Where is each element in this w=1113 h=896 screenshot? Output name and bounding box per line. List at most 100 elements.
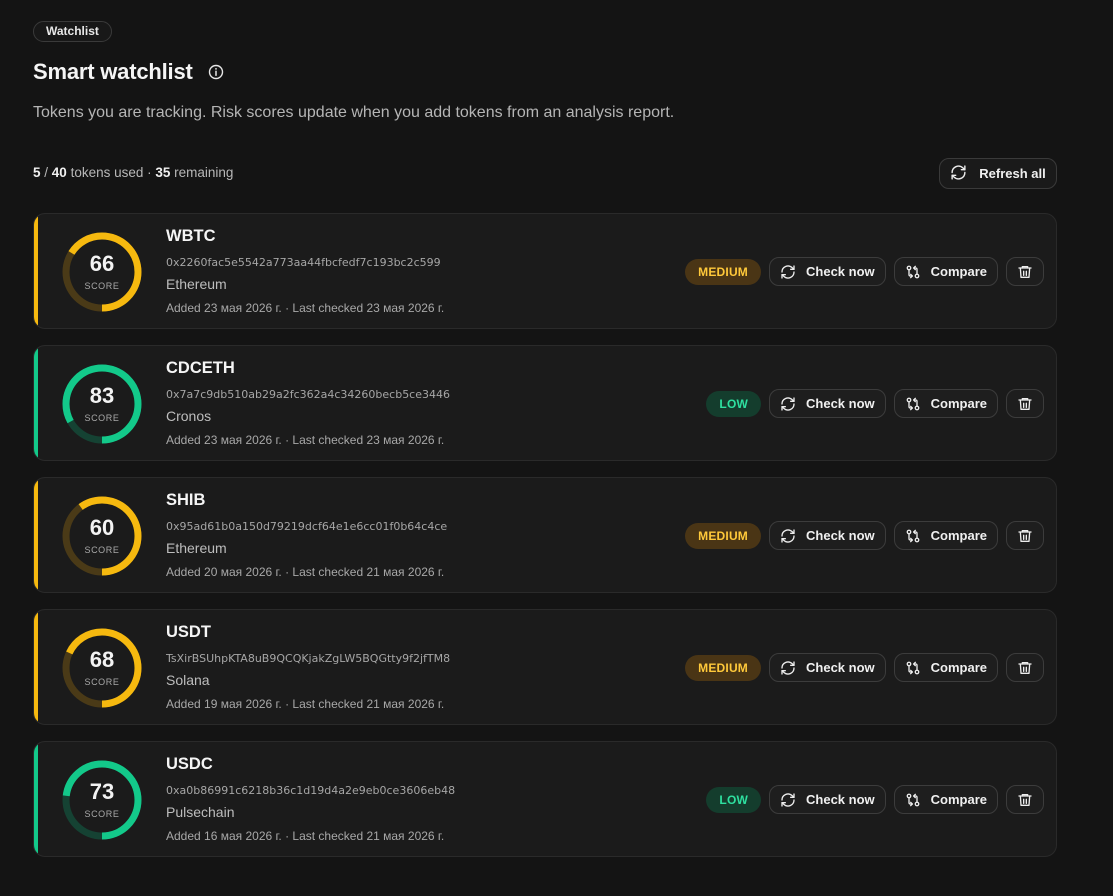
token-card: 60 SCORE SHIB 0x95ad61b0a150d79219dcf64e… (33, 477, 1057, 593)
compare-button[interactable]: Compare (893, 653, 998, 682)
risk-accent-bar (34, 346, 38, 460)
token-actions: MEDIUM Check now Compare (685, 521, 1044, 550)
delete-button[interactable] (1006, 785, 1044, 814)
risk-badge: LOW (706, 786, 762, 813)
token-card: 66 SCORE WBTC 0x2260fac5e5542a773aa44fbc… (33, 213, 1057, 329)
check-now-label: Check now (806, 660, 875, 675)
score-value: 83 (89, 383, 115, 408)
compare-icon (905, 396, 921, 412)
refresh-all-label: Refresh all (979, 166, 1046, 181)
risk-accent-bar (34, 610, 38, 724)
compare-icon (905, 528, 921, 544)
check-now-label: Check now (806, 264, 875, 279)
breadcrumb-watchlist[interactable]: Watchlist (33, 21, 112, 42)
check-now-label: Check now (806, 792, 875, 807)
token-symbol: SHIB (166, 491, 206, 509)
token-card: 68 SCORE USDT TsXirBSUhpKTA8uB9QCQKjakZg… (33, 609, 1057, 725)
check-now-label: Check now (806, 396, 875, 411)
compare-button[interactable]: Compare (893, 521, 998, 550)
token-symbol: CDCETH (166, 359, 235, 377)
refresh-icon (950, 164, 967, 184)
refresh-icon (780, 792, 796, 808)
token-chain: Cronos (166, 408, 212, 424)
token-actions: MEDIUM Check now Compare (685, 653, 1044, 682)
refresh-icon (780, 660, 796, 676)
refresh-icon (780, 264, 796, 280)
usage-separator: / (40, 165, 52, 180)
token-dates: Added 23 мая 2026 г. · Last checked 23 м… (166, 433, 445, 447)
token-card: 83 SCORE CDCETH 0x7a7c9db510ab29a2fc362a… (33, 345, 1057, 461)
trash-icon (1017, 792, 1033, 808)
score-gauge: 68 SCORE (61, 627, 143, 709)
score-gauge: 73 SCORE (61, 759, 143, 841)
score-value: 73 (89, 779, 115, 804)
title-row: Smart watchlist (33, 59, 224, 85)
token-address: TsXirBSUhpKTA8uB9QCQKjakZgLW5BQGtty9f2jf… (166, 652, 451, 665)
usage-remaining-text: remaining (170, 165, 234, 180)
token-chain: Ethereum (166, 540, 227, 556)
compare-icon (905, 660, 921, 676)
compare-label: Compare (930, 264, 987, 279)
score-gauge: 66 SCORE (61, 231, 143, 313)
trash-icon (1017, 660, 1033, 676)
delete-button[interactable] (1006, 653, 1044, 682)
risk-accent-bar (34, 214, 38, 328)
score-label: SCORE (84, 809, 120, 819)
token-actions: MEDIUM Check now Compare (685, 257, 1044, 286)
compare-label: Compare (930, 792, 987, 807)
score-value: 60 (89, 515, 115, 540)
page-subtitle: Tokens you are tracking. Risk scores upd… (33, 104, 675, 121)
score-value: 68 (89, 647, 115, 672)
watchlist-page: Watchlist Smart watchlist Tokens you are… (0, 0, 1113, 896)
refresh-all-button[interactable]: Refresh all (939, 158, 1057, 189)
trash-icon (1017, 264, 1033, 280)
risk-accent-bar (34, 478, 38, 592)
info-icon[interactable] (208, 64, 224, 80)
risk-badge: MEDIUM (685, 258, 762, 285)
token-dates: Added 19 мая 2026 г. · Last checked 21 м… (166, 697, 445, 711)
token-actions: LOW Check now Compare (706, 389, 1044, 418)
delete-button[interactable] (1006, 257, 1044, 286)
score-gauge: 83 SCORE (61, 363, 143, 445)
delete-button[interactable] (1006, 521, 1044, 550)
refresh-icon (780, 528, 796, 544)
token-chain: Ethereum (166, 276, 227, 292)
token-address: 0x95ad61b0a150d79219dcf64e1e6cc01f0b64c4… (166, 520, 448, 533)
score-label: SCORE (84, 413, 120, 423)
token-usage: 5 / 40 tokens used · 35 remaining (33, 165, 233, 180)
token-actions: LOW Check now Compare (706, 785, 1044, 814)
token-dates: Added 20 мая 2026 г. · Last checked 21 м… (166, 565, 445, 579)
token-chain: Pulsechain (166, 804, 235, 820)
score-label: SCORE (84, 677, 120, 687)
compare-icon (905, 264, 921, 280)
risk-badge: MEDIUM (685, 522, 762, 549)
check-now-button[interactable]: Check now (769, 653, 886, 682)
check-now-label: Check now (806, 528, 875, 543)
delete-button[interactable] (1006, 389, 1044, 418)
check-now-button[interactable]: Check now (769, 389, 886, 418)
compare-button[interactable]: Compare (893, 257, 998, 286)
token-info: SHIB 0x95ad61b0a150d79219dcf64e1e6cc01f0… (166, 491, 447, 579)
usage-used-text: tokens used · (66, 165, 156, 180)
token-info: CDCETH 0x7a7c9db510ab29a2fc362a4c34260be… (166, 359, 450, 447)
usage-remaining: 35 (155, 165, 171, 180)
page-title: Smart watchlist (33, 59, 193, 84)
token-symbol: WBTC (166, 227, 216, 245)
token-dates: Added 16 мая 2026 г. · Last checked 21 м… (166, 829, 445, 843)
risk-accent-bar (34, 742, 38, 856)
check-now-button[interactable]: Check now (769, 521, 886, 550)
compare-button[interactable]: Compare (893, 785, 998, 814)
token-dates: Added 23 мая 2026 г. · Last checked 23 м… (166, 301, 445, 315)
compare-label: Compare (930, 660, 987, 675)
risk-badge: MEDIUM (685, 654, 762, 681)
token-info: WBTC 0x2260fac5e5542a773aa44fbcfedf7c193… (166, 227, 444, 315)
token-symbol: USDC (166, 755, 213, 773)
check-now-button[interactable]: Check now (769, 785, 886, 814)
risk-badge: LOW (706, 390, 762, 417)
token-address: 0x7a7c9db510ab29a2fc362a4c34260becb5ce34… (166, 388, 450, 401)
token-address: 0xa0b86991c6218b36c1d19d4a2e9eb0ce3606eb… (166, 784, 456, 797)
trash-icon (1017, 396, 1033, 412)
check-now-button[interactable]: Check now (769, 257, 886, 286)
score-label: SCORE (84, 545, 120, 555)
compare-button[interactable]: Compare (893, 389, 998, 418)
